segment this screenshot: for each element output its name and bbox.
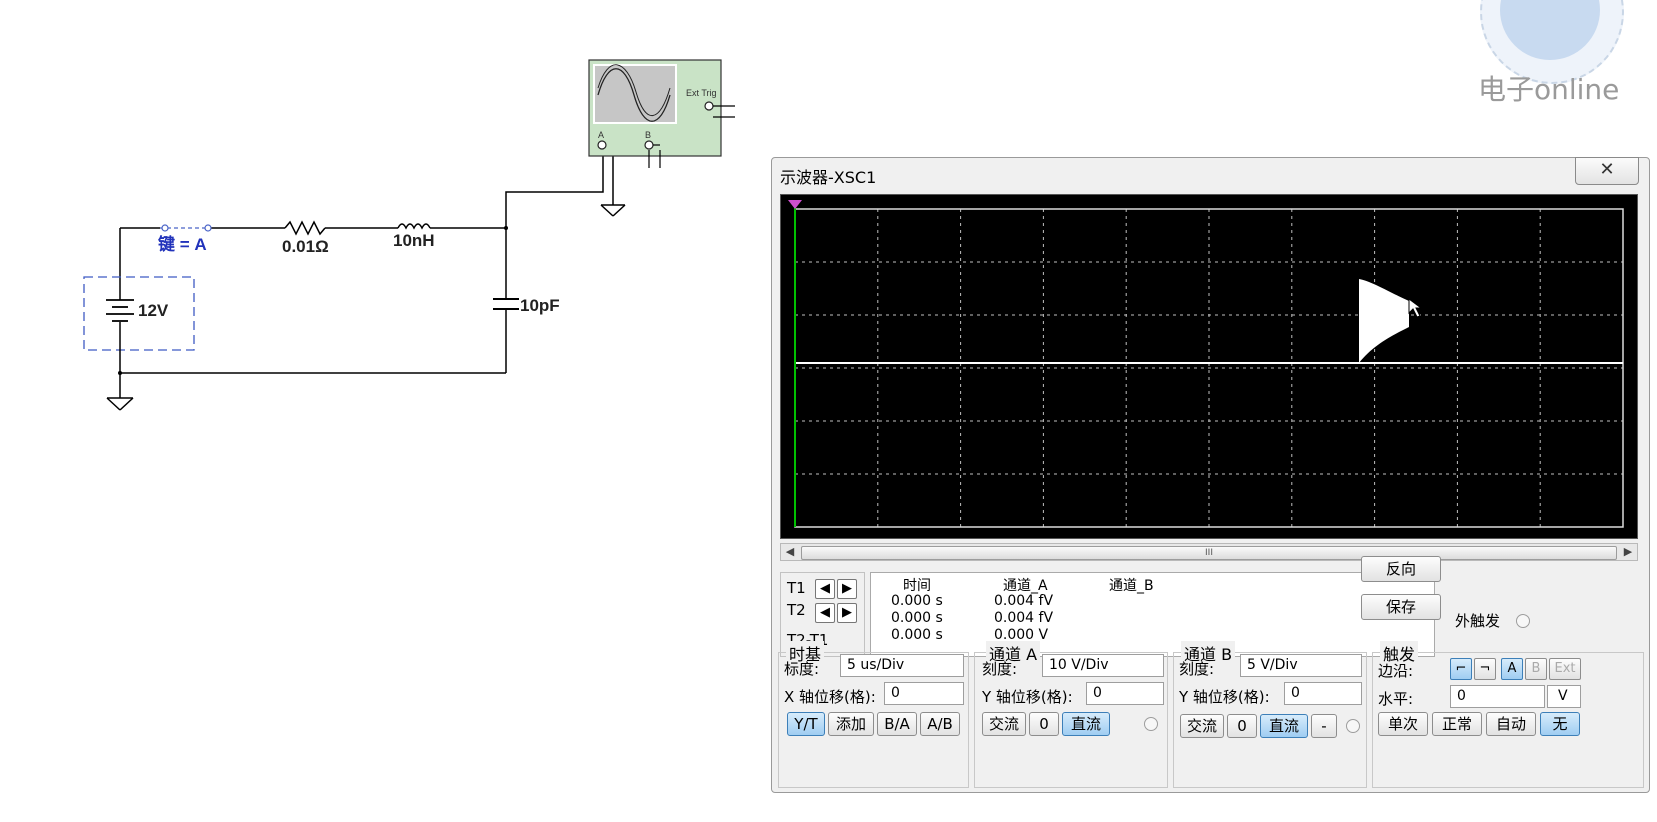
readout-t2-time: 0.000 s: [891, 610, 943, 626]
resistor-label: 0.01Ω: [282, 237, 329, 256]
channel-a-scale-label: 刻度:: [982, 660, 1018, 678]
mode-ba-button[interactable]: B/A: [877, 712, 917, 736]
ext-trigger-terminal[interactable]: [1516, 614, 1530, 628]
t2-left-arrow-icon[interactable]: ◀: [815, 603, 835, 623]
readout-diff-time: 0.000 s: [891, 627, 943, 643]
channel-b-terminal-label: B: [645, 130, 651, 140]
channel-b-invert-button[interactable]: -: [1311, 714, 1337, 738]
save-button[interactable]: 保存: [1361, 594, 1441, 620]
channel-b-dc-button[interactable]: 直流: [1260, 714, 1308, 738]
trigger-source-b-button[interactable]: B: [1525, 658, 1547, 680]
t1-right-arrow-icon[interactable]: ▶: [837, 579, 857, 599]
channel-b-ypos-field[interactable]: 0: [1284, 682, 1362, 705]
switch-label: 键 = A: [158, 234, 207, 254]
trigger-level-field[interactable]: 0: [1450, 685, 1545, 708]
resistor-symbol[interactable]: [284, 220, 326, 236]
ringing-transient-trace: [1359, 279, 1409, 363]
ground-symbol-scope: [600, 204, 626, 217]
channel-b-terminal[interactable]: [1346, 719, 1360, 733]
trigger-source-a-button[interactable]: A: [1501, 658, 1523, 680]
readout-header-channel-a: 通道_A: [1003, 578, 1048, 594]
rising-edge-icon[interactable]: ⌐: [1450, 658, 1472, 680]
trigger-source-ext-button[interactable]: Ext: [1549, 658, 1581, 680]
channel-b-ypos-label: Y 轴位移(格):: [1179, 688, 1270, 706]
readout-t2-channel-a: 0.004 fV: [994, 610, 1054, 626]
channel-a-ypos-label: Y 轴位移(格):: [982, 688, 1073, 706]
t1-left-arrow-icon[interactable]: ◀: [815, 579, 835, 599]
ground-symbol: [106, 397, 134, 411]
mode-ab-button[interactable]: A/B: [920, 712, 960, 736]
capacitor-symbol[interactable]: [493, 298, 519, 310]
mode-yt-button[interactable]: Y/T: [787, 712, 825, 736]
t2-right-arrow-icon[interactable]: ▶: [837, 603, 857, 623]
channel-a-ypos-field[interactable]: 0: [1086, 682, 1164, 705]
channel-a-dc-button[interactable]: 直流: [1062, 712, 1110, 736]
timebase-xpos-field[interactable]: 0: [884, 682, 964, 705]
ext-trig-label: Ext Trig: [686, 88, 717, 98]
mode-add-button[interactable]: 添加: [828, 712, 874, 736]
channel-a-zero-button[interactable]: 0: [1029, 712, 1059, 736]
measurement-readout: 时间 通道_A 通道_B 0.000 s 0.004 fV 0.000 s 0.…: [870, 572, 1435, 657]
channel-a-ac-button[interactable]: 交流: [982, 712, 1026, 736]
channel-b-scale-field[interactable]: 5 V/Div: [1240, 654, 1362, 677]
oscilloscope-window: 示波器-XSC1 ✕ ◀ III ▶ T1 ◀ ▶ T2 ◀ ▶ T2-T1 时…: [771, 157, 1650, 793]
scroll-left-icon[interactable]: ◀: [782, 545, 798, 558]
channel-a-scale-field[interactable]: 10 V/Div: [1042, 654, 1164, 677]
inductor-label: 10nH: [393, 231, 435, 250]
trigger-level-label: 水平:: [1378, 690, 1414, 708]
oscilloscope-instrument-icon[interactable]: [588, 59, 735, 168]
trigger-auto-button[interactable]: 自动: [1486, 712, 1536, 736]
trigger-level-unit[interactable]: V: [1547, 685, 1581, 708]
channel-a-terminal[interactable]: [1144, 717, 1158, 731]
trigger-edge-label: 边沿:: [1378, 662, 1414, 680]
timebase-scale-label: 标度:: [784, 660, 820, 678]
switch-symbol[interactable]: [160, 224, 212, 232]
window-title: 示波器-XSC1: [780, 168, 877, 187]
reverse-button[interactable]: 反向: [1361, 556, 1441, 582]
trigger-single-button[interactable]: 单次: [1378, 712, 1428, 736]
channel-a-terminal-label: A: [598, 130, 604, 140]
mouse-pointer-icon: [1408, 298, 1423, 318]
watermark-text: 电子online: [1478, 73, 1620, 106]
trigger-normal-button[interactable]: 正常: [1432, 712, 1482, 736]
cursor-handle-icon[interactable]: [788, 200, 802, 209]
scroll-right-icon[interactable]: ▶: [1620, 545, 1636, 558]
oscilloscope-screen[interactable]: [780, 194, 1638, 539]
readout-t1-time: 0.000 s: [891, 593, 943, 609]
close-button[interactable]: ✕: [1575, 157, 1639, 185]
close-icon: ✕: [1599, 159, 1615, 180]
waveform-display: [788, 200, 1624, 528]
channel-b-scale-label: 刻度:: [1179, 660, 1215, 678]
circuit-schematic: 键 = A 0.01Ω 10nH 10pF 12V Ext Trig A B: [83, 59, 735, 411]
battery-label: 12V: [138, 301, 169, 320]
t2-label: T2: [787, 601, 806, 619]
screen-grid: [795, 209, 1623, 527]
readout-header-channel-b: 通道_B: [1109, 578, 1154, 594]
ext-trigger-label: 外触发: [1455, 612, 1501, 630]
trigger-none-button[interactable]: 无: [1540, 712, 1580, 736]
readout-header-time: 时间: [903, 578, 931, 594]
channel-b-ac-button[interactable]: 交流: [1180, 714, 1224, 738]
t1-label: T1: [787, 579, 806, 597]
capacitor-label: 10pF: [520, 296, 560, 315]
horizontal-scrollbar[interactable]: ◀ III ▶: [780, 543, 1638, 561]
scroll-thumb[interactable]: III: [801, 546, 1617, 560]
channel-b-zero-button[interactable]: 0: [1227, 714, 1257, 738]
readout-t1-channel-a: 0.004 fV: [994, 593, 1054, 609]
timebase-scale-field[interactable]: 5 us/Div: [840, 654, 964, 677]
falling-edge-icon[interactable]: ¬: [1474, 658, 1496, 680]
timebase-xpos-label: X 轴位移(格):: [784, 688, 876, 706]
inductor-symbol[interactable]: [397, 223, 431, 230]
